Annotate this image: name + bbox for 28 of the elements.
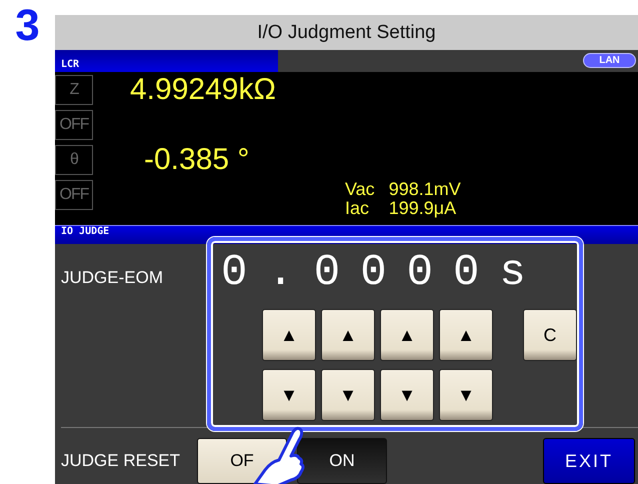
exit-button[interactable]: EXIT <box>543 438 635 484</box>
monitor-value: 199.9μA <box>388 199 458 218</box>
mode-label: LCR <box>55 50 278 72</box>
parameter-button[interactable]: OFF <box>55 180 93 210</box>
setting-label: JUDGE-EOM <box>61 268 163 287</box>
monitor-name: Iac <box>345 199 370 218</box>
decrement-button[interactable]: ▼ <box>321 369 375 421</box>
parameter-button[interactable]: θ <box>55 145 93 175</box>
parameter-button[interactable]: Z <box>55 75 93 105</box>
monitor-name: Vac <box>345 180 375 199</box>
decrement-button[interactable]: ▼ <box>262 369 316 421</box>
window-title: I/O Judgment Setting <box>55 15 638 50</box>
lan-badge: LAN <box>583 53 636 68</box>
increment-button[interactable]: ▲ <box>439 309 493 361</box>
increment-button[interactable]: ▲ <box>380 309 434 361</box>
increment-button[interactable]: ▲ <box>262 309 316 361</box>
toggle-option[interactable]: ON <box>297 438 387 484</box>
decrement-button[interactable]: ▼ <box>380 369 434 421</box>
setting-label: JUDGE RESET <box>61 451 180 470</box>
decrement-button[interactable]: ▼ <box>439 369 493 421</box>
clear-button[interactable]: C <box>523 309 577 361</box>
step-number: 3 <box>15 4 40 48</box>
measurement-value: -0.385 ° <box>144 143 250 177</box>
measurement-value: 4.99249kΩ <box>130 73 276 107</box>
time-display: 0.0000s <box>220 247 547 299</box>
monitor-value: 998.1mV <box>388 180 461 199</box>
increment-button[interactable]: ▲ <box>321 309 375 361</box>
parameter-button[interactable]: OFF <box>55 110 93 140</box>
